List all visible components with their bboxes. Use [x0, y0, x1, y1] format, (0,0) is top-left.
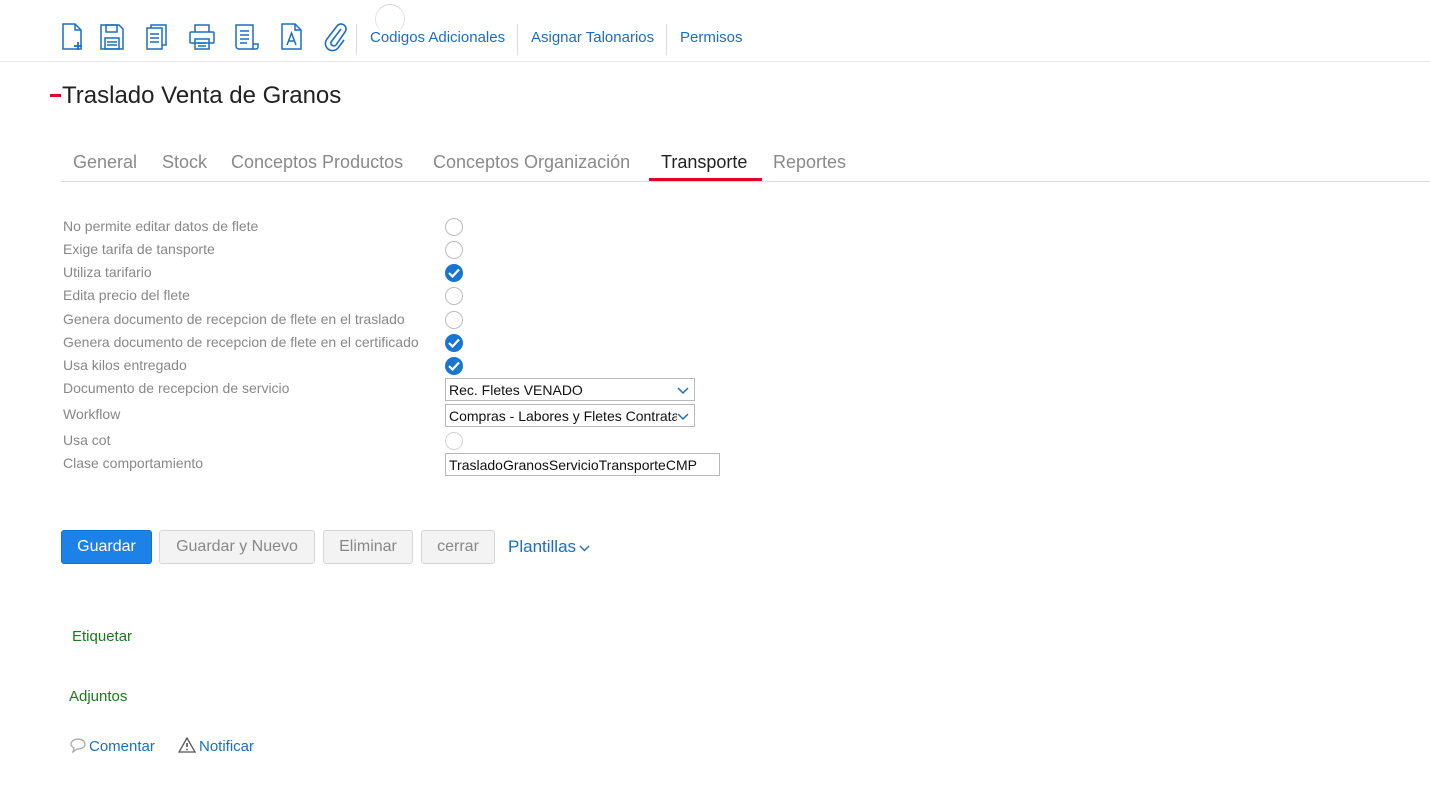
usa-cot-checkbox[interactable]: [445, 432, 463, 450]
clase-comportamiento-input[interactable]: [445, 453, 720, 476]
toolbar: Codigos Adicionales Asignar Talonarios P…: [0, 0, 1430, 62]
attachments-link[interactable]: Adjuntos: [69, 688, 127, 705]
warning-icon: [178, 737, 196, 753]
tab-conceptos-organizacion[interactable]: Conceptos Organización: [433, 152, 630, 173]
tab-reportes[interactable]: Reportes: [773, 152, 846, 173]
chevron-down-icon: [579, 545, 590, 552]
tag-link[interactable]: Etiquetar: [72, 628, 132, 645]
print-icon[interactable]: [188, 22, 216, 52]
tab-general[interactable]: General: [73, 152, 137, 173]
field-label: Usa cot: [63, 432, 111, 448]
toolbar-divider: [666, 24, 667, 55]
tab-bar: General Stock Conceptos Productos Concep…: [61, 146, 1430, 182]
comment-link[interactable]: Comentar: [89, 738, 155, 755]
field-label: Usa kilos entregado: [63, 357, 187, 373]
tab-transporte[interactable]: Transporte: [661, 152, 747, 173]
field-label: Utiliza tarifario: [63, 264, 152, 280]
delete-button[interactable]: Eliminar: [323, 530, 413, 564]
genera-doc-traslado-checkbox[interactable]: [445, 311, 463, 329]
documento-recepcion-select[interactable]: Rec. Fletes VENADO: [445, 378, 695, 401]
chevron-down-icon: [677, 387, 689, 395]
field-label: Documento de recepcion de servicio: [63, 380, 290, 396]
select-value: Compras - Labores y Fletes Contratados: [449, 408, 677, 424]
toolbar-divider: [517, 24, 518, 55]
tab-stock[interactable]: Stock: [162, 152, 207, 173]
tab-conceptos-productos[interactable]: Conceptos Productos: [231, 152, 403, 173]
field-label: Exige tarifa de tansporte: [63, 241, 215, 257]
check-icon: [448, 338, 460, 348]
save-and-new-button[interactable]: Guardar y Nuevo: [159, 530, 315, 564]
save-icon[interactable]: [98, 22, 126, 52]
comment-icon: [70, 738, 86, 753]
page-title: Traslado Venta de Granos: [62, 82, 342, 109]
notify-link[interactable]: Notificar: [199, 738, 254, 755]
active-tab-indicator: [649, 178, 762, 181]
permisos-link[interactable]: Permisos: [680, 29, 743, 46]
field-label: Workflow: [63, 406, 121, 422]
new-document-icon[interactable]: [59, 22, 87, 52]
codigos-adicionales-link[interactable]: Codigos Adicionales: [370, 29, 505, 46]
list-report-icon[interactable]: [233, 22, 261, 52]
workflow-select[interactable]: Compras - Labores y Fletes Contratados: [445, 404, 695, 427]
field-label: Edita precio del flete: [63, 287, 190, 303]
check-icon: [448, 268, 460, 278]
exige-tarifa-checkbox[interactable]: [445, 241, 463, 259]
copy-icon[interactable]: [143, 22, 171, 52]
select-value: Rec. Fletes VENADO: [449, 382, 583, 398]
close-button[interactable]: cerrar: [421, 530, 495, 564]
no-permite-editar-flete-checkbox[interactable]: [445, 218, 463, 236]
toolbar-divider: [356, 24, 357, 55]
edita-precio-flete-checkbox[interactable]: [445, 287, 463, 305]
templates-dropdown[interactable]: Plantillas: [508, 537, 590, 557]
templates-label: Plantillas: [508, 537, 577, 556]
chevron-down-icon: [677, 413, 689, 421]
paperclip-icon[interactable]: [322, 22, 350, 52]
field-label: Genera documento de recepcion de flete e…: [63, 334, 419, 350]
text-document-icon[interactable]: [278, 22, 306, 52]
utiliza-tarifario-checkbox[interactable]: [445, 264, 463, 282]
check-icon: [448, 361, 460, 371]
field-label: No permite editar datos de flete: [63, 218, 259, 234]
title-accent-mark: [50, 94, 61, 97]
asignar-talonarios-link[interactable]: Asignar Talonarios: [531, 29, 654, 46]
genera-doc-certificado-checkbox[interactable]: [445, 334, 463, 352]
field-label: Clase comportamiento: [63, 455, 204, 471]
usa-kilos-entregado-checkbox[interactable]: [445, 357, 463, 375]
save-button[interactable]: Guardar: [61, 530, 152, 564]
field-label: Genera documento de recepcion de flete e…: [63, 311, 405, 327]
